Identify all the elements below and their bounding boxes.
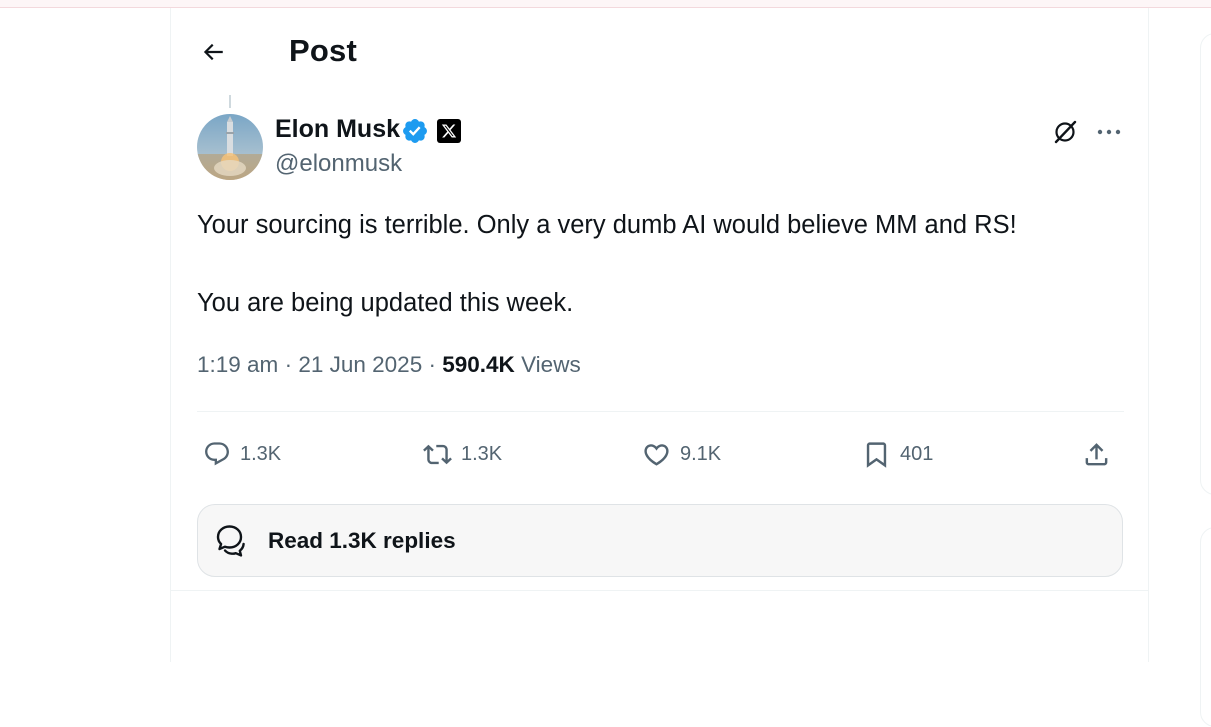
share-button[interactable] <box>1082 432 1111 476</box>
page-title: Post <box>289 33 357 68</box>
browser-top-strip <box>0 0 1211 8</box>
post-text-line-1: Your sourcing is terrible. Only a very d… <box>197 211 1017 239</box>
repost-count: 1.3K <box>461 442 503 465</box>
read-replies-label: Read 1.3K replies <box>268 527 456 553</box>
like-count: 9.1K <box>680 442 722 465</box>
author-name[interactable]: Elon Musk <box>275 115 400 144</box>
like-button[interactable]: 9.1K <box>642 432 721 476</box>
thread-connector-line <box>229 95 231 108</box>
arrow-left-icon <box>203 43 223 61</box>
section-divider <box>171 590 1148 591</box>
avatar[interactable] <box>197 114 263 180</box>
post-date[interactable]: 21 Jun 2025 <box>298 352 422 377</box>
post-header: Post <box>171 8 1148 96</box>
chat-bubbles-icon <box>216 524 245 557</box>
bookmark-button[interactable]: 401 <box>862 432 933 476</box>
post-text-line-2: You are being updated this week. <box>197 289 574 317</box>
meta-divider <box>197 411 1124 412</box>
meta-separator: · <box>284 352 293 377</box>
post-text: Your sourcing is terrible. Only a very d… <box>197 206 1127 323</box>
back-button[interactable] <box>195 34 231 70</box>
post-column: Post Elon Musk @elonmusk Your sourcing i… <box>170 8 1149 662</box>
author-handle[interactable]: @elonmusk <box>275 150 402 178</box>
more-horizontal-icon[interactable] <box>1095 119 1123 145</box>
reply-count: 1.3K <box>240 442 282 465</box>
read-replies-button[interactable]: Read 1.3K replies <box>197 504 1123 577</box>
x-logo-icon[interactable] <box>437 119 461 143</box>
x-logo-glyph <box>441 124 457 138</box>
heart-icon <box>644 443 669 466</box>
right-sidebar-card <box>1200 33 1211 495</box>
repost-button[interactable]: 1.3K <box>423 432 502 476</box>
bookmark-icon <box>866 441 887 468</box>
post-time[interactable]: 1:19 am <box>197 352 278 377</box>
repost-icon <box>423 444 452 464</box>
grok-icon[interactable] <box>1051 118 1079 146</box>
meta-separator: · <box>428 352 436 377</box>
views-count: 590.4K <box>442 352 515 377</box>
post-meta: 1:19 am · 21 Jun 2025 · 590.4K Views <box>197 352 581 378</box>
action-bar: 1.3K 1.3K 9.1K 401 <box>197 432 1124 476</box>
avatar-image <box>197 114 263 180</box>
bookmark-count: 401 <box>900 442 934 465</box>
views-label: Views <box>521 352 581 377</box>
verified-badge-icon[interactable] <box>401 117 429 145</box>
share-icon <box>1085 442 1108 465</box>
reply-button[interactable]: 1.3K <box>203 432 281 476</box>
reply-icon <box>205 442 229 466</box>
right-sidebar-card-lower <box>1200 527 1211 727</box>
